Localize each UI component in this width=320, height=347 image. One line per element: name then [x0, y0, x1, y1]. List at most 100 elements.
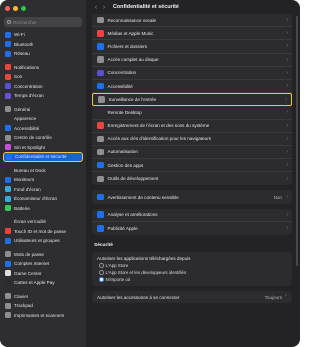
settings-row[interactable]: Publicité Apple ›	[92, 222, 292, 235]
sidebar-item[interactable]: Son	[3, 72, 83, 82]
settings-row[interactable]: Concentration ›	[92, 67, 292, 80]
settings-row[interactable]: Surveillance de l'entrée ›	[92, 93, 292, 107]
sidebar-item-label: Fond d'écran	[14, 186, 41, 192]
back-chevron-icon[interactable]: ‹	[92, 4, 100, 11]
speaker-icon	[5, 73, 11, 80]
settings-row[interactable]: Fichiers et dossiers ›	[92, 40, 292, 54]
radio-label: L'App Store et les développeurs identifi…	[105, 270, 187, 275]
sensitive-content-group: Avertissement de contenu sensible Non ›	[92, 190, 292, 204]
radio-button[interactable]	[99, 270, 104, 275]
security-heading: Sécurité	[94, 243, 113, 248]
sidebar-item[interactable]: Moniteurs	[3, 175, 83, 185]
search-input[interactable]: Rechercher	[4, 17, 82, 27]
settings-row[interactable]: Accès aux clés d'identification pour les…	[92, 133, 292, 146]
radio-button[interactable]	[99, 263, 104, 268]
sidebar-item[interactable]: Bureau et Dock	[3, 166, 83, 176]
sidebar-item[interactable]: Réseau	[3, 49, 83, 59]
chevron-right-icon: ›	[285, 96, 287, 103]
sidebar-item-label: Bluetooth	[14, 41, 34, 47]
sidebar-item[interactable]: Concentration	[3, 82, 83, 92]
forward-chevron-icon[interactable]: ›	[100, 4, 108, 11]
remote-desktop-icon	[97, 109, 104, 116]
settings-row[interactable]: Accessibilité ›	[92, 80, 292, 94]
sidebar-item[interactable]: Clavier	[3, 292, 83, 302]
settings-row[interactable]: Automatisation ›	[92, 146, 292, 160]
sidebar-item[interactable]: Centre de contrôle	[3, 133, 83, 143]
sidebar-item[interactable]: Accessibilité	[3, 124, 83, 134]
sidebar-item-label: Touch ID et mot de passe	[14, 228, 67, 234]
hammer-icon	[97, 175, 104, 183]
settings-row[interactable]: Remote Desktop ›	[92, 106, 292, 120]
sidebar-item[interactable]: Trackpad	[3, 301, 83, 311]
accessories-row[interactable]: Autoriser les accessoires à se connecter…	[92, 291, 292, 303]
sidebar-item[interactable]: Wi-Fi	[3, 30, 83, 40]
sidebar-item[interactable]: Touch ID et mot de passe	[3, 227, 83, 237]
sidebar-item[interactable]: Game Center	[3, 269, 83, 279]
settings-row[interactable]: Médias et Apple Music ›	[92, 27, 292, 41]
settings-list: Reconnaissance vocale › Médias et Apple Mu…	[92, 14, 292, 303]
search-placeholder: Rechercher	[13, 19, 37, 25]
zoom-window-button[interactable]	[21, 6, 26, 11]
privacy-group: Reconnaissance vocale › Médias et Apple Mu…	[92, 14, 292, 186]
settings-row-label: Gestion des apps	[107, 162, 144, 168]
sidebar-item[interactable]: Général	[3, 105, 83, 115]
settings-row[interactable]: Analyse et améliorations ›	[92, 209, 292, 222]
keyboard-icon	[98, 96, 105, 103]
sidebar-item[interactable]: Utilisateurs et groupes	[3, 236, 83, 246]
radio-button[interactable]	[99, 277, 104, 282]
settings-row-label: Médias et Apple Music	[107, 30, 154, 36]
settings-row-label: Accès aux clés d'identification pour les…	[107, 136, 212, 142]
music-icon	[97, 30, 104, 37]
chevron-right-icon: ›	[286, 69, 288, 76]
sidebar-item[interactable]: Imprimantes et scanners	[3, 311, 83, 321]
printer-icon	[5, 312, 11, 319]
chevron-updown-icon: ⌃	[283, 294, 288, 300]
chevron-right-icon: ›	[286, 56, 288, 63]
minimize-window-button[interactable]	[13, 6, 18, 11]
sidebar-item[interactable]: Batterie	[3, 204, 83, 214]
sidebar-list: Wi-Fi Bluetooth Réseau Notifications Son Conc…	[3, 30, 83, 320]
chevron-right-icon: ›	[286, 162, 288, 169]
radio-option[interactable]: N'importe où	[97, 277, 287, 282]
radio-option[interactable]: L'App Store	[97, 263, 287, 268]
sidebar-item[interactable]: Comptes Internet	[3, 259, 83, 269]
accessories-value[interactable]: Toujours	[265, 295, 282, 300]
network-icon	[5, 50, 11, 57]
sidebar-item[interactable]: Fond d'écran	[3, 185, 83, 195]
settings-row[interactable]: Avertissement de contenu sensible Non ›	[92, 190, 292, 203]
sidebar-item[interactable]: Bluetooth	[3, 40, 83, 50]
chart-icon	[97, 211, 104, 218]
sidebar-item[interactable]: Économiseur d'écran	[3, 194, 83, 204]
sidebar-item-label: Clavier	[14, 293, 29, 299]
radio-option[interactable]: L'App Store et les développeurs identifi…	[97, 270, 287, 275]
settings-row-label: Reconnaissance vocale	[107, 17, 157, 23]
settings-row[interactable]: Gestion des apps ›	[92, 159, 292, 173]
download-source-prompt: Autoriser les applications téléchargées …	[97, 256, 191, 261]
settings-row-label: Remote Desktop	[107, 109, 142, 115]
display-icon	[5, 176, 11, 183]
settings-row[interactable]: Outils de développement ›	[92, 172, 292, 185]
sidebar-item-label: Game Center	[14, 270, 42, 276]
sidebar-item[interactable]: Mots de passe	[3, 250, 83, 260]
settings-row[interactable]: Reconnaissance vocale ›	[92, 14, 292, 28]
main-pane: ‹ › Confidentialité et sécurité Reconnai…	[86, 0, 300, 347]
sidebar-item-label: Siri et Spotlight	[14, 144, 45, 150]
sidebar-item[interactable]: Apparence	[3, 114, 83, 124]
close-window-button[interactable]	[5, 6, 10, 11]
screensaver-icon	[5, 195, 11, 202]
settings-row[interactable]: Enregistrement de l'écran et des sons du…	[92, 120, 292, 133]
sidebar-item-label: Écran verrouillé	[14, 219, 46, 225]
bluetooth-icon	[5, 41, 11, 48]
sidebar-item[interactable]: Cartes et Apple Pay	[3, 278, 83, 288]
sidebar-item[interactable]: Écran verrouillé	[3, 217, 83, 227]
sidebar-item[interactable]: Confidentialité et sécurité	[3, 152, 83, 162]
radio-label: L'App Store	[105, 263, 129, 268]
sidebar-item[interactable]: Temps d'écran	[3, 91, 83, 101]
settings-row[interactable]: Accès complet au disque ›	[92, 54, 292, 67]
sidebar-item[interactable]: Notifications	[3, 63, 83, 73]
settings-row-label: Accès complet au disque	[107, 57, 159, 63]
sidebar-item[interactable]: Siri et Spotlight	[3, 143, 83, 153]
scrollbar[interactable]	[296, 16, 298, 266]
sidebar-item-label: Accessibilité	[14, 125, 40, 131]
passkey-icon	[97, 135, 104, 143]
